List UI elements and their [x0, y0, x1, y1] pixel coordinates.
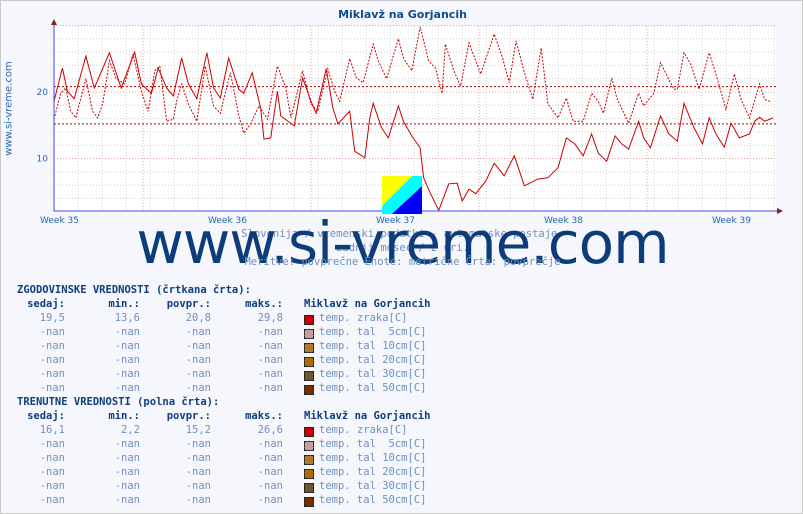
value-cell: -nan [39, 466, 65, 478]
value-cell: -nan [114, 340, 140, 352]
value-cell: 15,2 [185, 424, 211, 436]
value-cell: -nan [114, 368, 140, 380]
legend-label: temp. tal 5cm[C] [319, 326, 427, 338]
legend-label: temp. tal 30cm[C] [319, 480, 427, 492]
value-cell: -nan [185, 326, 211, 338]
value-cell: 2,2 [121, 424, 140, 436]
caption-3: Meritve: povprečne Enote: metrične Črta:… [244, 256, 561, 268]
chart-page: Miklavž na Gorjancih www.si-vreme.com 10… [0, 0, 803, 514]
column-header: sedaj: [27, 410, 65, 422]
legend-swatch [304, 497, 314, 507]
legend-swatch [304, 385, 314, 395]
value-cell: -nan [185, 354, 211, 366]
value-cell: -nan [114, 494, 140, 506]
value-cell: -nan [185, 466, 211, 478]
station-name: Miklavž na Gorjancih [304, 298, 431, 310]
value-cell: -nan [114, 382, 140, 394]
value-cell: -nan [257, 382, 283, 394]
column-header: min.: [108, 298, 140, 310]
value-cell: -nan [114, 466, 140, 478]
value-cell: 20,8 [185, 312, 211, 324]
value-cell: -nan [257, 466, 283, 478]
value-cell: -nan [185, 340, 211, 352]
value-cell: -nan [185, 368, 211, 380]
value-cell: -nan [257, 452, 283, 464]
legend-label: temp. tal 10cm[C] [319, 452, 427, 464]
value-cell: -nan [257, 354, 283, 366]
legend-label: temp. zraka[C] [319, 312, 408, 324]
value-cell: -nan [257, 480, 283, 492]
legend-swatch [304, 455, 314, 465]
value-cell: -nan [39, 438, 65, 450]
column-header: povpr.: [166, 298, 211, 310]
value-cell: -nan [257, 368, 283, 380]
value-cell: -nan [114, 480, 140, 492]
legend-swatch [304, 483, 314, 493]
value-cell: 13,6 [114, 312, 140, 324]
value-cell: -nan [39, 480, 65, 492]
table-heading: ZGODOVINSKE VREDNOSTI (črtkana črta): [17, 284, 251, 296]
value-cell: -nan [185, 382, 211, 394]
value-cell: -nan [185, 480, 211, 492]
value-cell: -nan [39, 354, 65, 366]
value-cell: -nan [39, 368, 65, 380]
legend-swatch [304, 343, 314, 353]
legend-label: temp. tal 20cm[C] [319, 354, 427, 366]
value-cell: -nan [114, 354, 140, 366]
table-heading: TRENUTNE VREDNOSTI (polna črta): [17, 396, 220, 408]
column-header: maks.: [245, 298, 283, 310]
value-cell: -nan [39, 494, 65, 506]
column-header: sedaj: [27, 298, 65, 310]
legend-swatch [304, 371, 314, 381]
value-cell: -nan [114, 326, 140, 338]
value-cell: 16,1 [39, 424, 65, 436]
value-cell: 29,8 [257, 312, 283, 324]
value-cell: -nan [39, 452, 65, 464]
column-header: maks.: [245, 410, 283, 422]
value-cell: -nan [185, 494, 211, 506]
legend-label: temp. tal 10cm[C] [319, 340, 427, 352]
value-cell: -nan [114, 452, 140, 464]
legend-swatch [304, 469, 314, 479]
value-cell: -nan [257, 326, 283, 338]
legend-label: temp. zraka[C] [319, 424, 408, 436]
legend-swatch [304, 315, 314, 325]
legend-swatch [304, 329, 314, 339]
value-cell: 26,6 [257, 424, 283, 436]
y-axis-arrow-icon [51, 19, 57, 25]
value-cell: -nan [257, 340, 283, 352]
value-cell: -nan [39, 382, 65, 394]
value-cell: -nan [114, 438, 140, 450]
legend-label: temp. tal 50cm[C] [319, 382, 427, 394]
legend-label: temp. tal 50cm[C] [319, 494, 427, 506]
value-cell: -nan [257, 438, 283, 450]
legend-swatch [304, 357, 314, 367]
value-cell: -nan [185, 438, 211, 450]
value-cell: -nan [39, 326, 65, 338]
station-name: Miklavž na Gorjancih [304, 410, 431, 422]
line-chart: 1020Week 35 Week 36 Week 37 Week 38 Week 39 [37, 19, 783, 226]
y-tick-label: 20 [37, 88, 49, 98]
value-cell: -nan [257, 494, 283, 506]
value-cell: 19,5 [39, 312, 65, 324]
value-cell: -nan [39, 340, 65, 352]
column-header: min.: [108, 410, 140, 422]
legend-label: temp. tal 5cm[C] [319, 438, 427, 450]
legend-swatch [304, 441, 314, 451]
legend-label: temp. tal 20cm[C] [319, 466, 427, 478]
value-cell: -nan [185, 452, 211, 464]
legend-swatch [304, 427, 314, 437]
y-tick-label: 10 [37, 155, 49, 165]
legend-label: temp. tal 30cm[C] [319, 368, 427, 380]
column-header: povpr.: [166, 410, 211, 422]
